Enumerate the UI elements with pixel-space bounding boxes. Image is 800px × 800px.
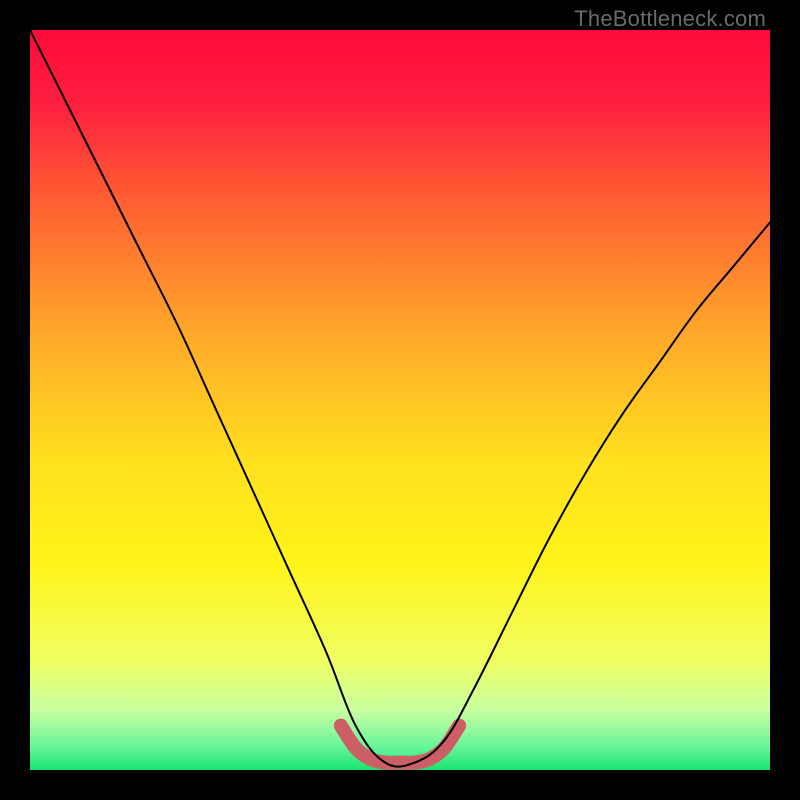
- watermark-text: TheBottleneck.com: [574, 6, 766, 32]
- plot-area: [30, 30, 770, 770]
- chart-frame: TheBottleneck.com: [0, 0, 800, 800]
- curve-layer: [30, 30, 770, 770]
- bottleneck-curve: [30, 30, 770, 767]
